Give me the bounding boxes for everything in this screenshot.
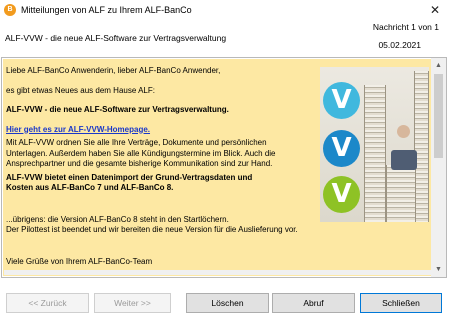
scrollbar-thumb[interactable] [434,74,443,158]
close-icon[interactable]: ✕ [426,2,444,18]
v-logo-icon: V [323,130,360,167]
message-header: ALF-VVW - die neue ALF-Software zur Vert… [0,21,450,56]
intro-text: es gibt etwas Neues aus dem Hause ALF: [6,85,155,95]
title-bar: B Mitteilungen von ALF zu Ihrem ALF-BanC… [0,0,450,21]
product-illustration: V V V [320,67,429,222]
message-bottom-strip [4,270,431,275]
message-body: Liebe ALF-BanCo Anwenderin, lieber ALF-B… [3,59,431,276]
scroll-down-icon[interactable]: ▼ [431,262,446,277]
greeting-text: Liebe ALF-BanCo Anwenderin, lieber ALF-B… [6,66,221,75]
app-icon: B [4,4,16,16]
message-counter: Nachricht 1 von 1 [372,22,439,32]
body-line-3: Ansprechpartner und die gesamte bisherig… [6,159,273,168]
headline-text: ALF-VVW - die neue ALF-Software zur Vert… [6,105,229,114]
person-head [397,125,410,138]
vertical-scrollbar[interactable]: ▲ ▼ [431,58,446,277]
document-stack [386,165,416,222]
closing-text: Viele Grüße von Ihrem ALF-BanCo-Team [6,256,153,266]
message-date: 05.02.2021 [378,40,421,50]
body-line-2: Unterlagen. Außerdem haben Sie alle Künd… [6,148,276,158]
homepage-link[interactable]: Hier geht es zur ALF-VVW-Homepage. [6,125,150,134]
document-stack [414,71,429,222]
fetch-button[interactable]: Abruf [272,293,355,313]
back-button[interactable]: << Zurück [6,293,89,313]
v-logo-icon: V [323,82,360,119]
message-text: Liebe ALF-BanCo Anwenderin, lieber ALF-B… [6,66,316,267]
import-line-1: ALF-VVW bietet einen Datenimport der Gru… [6,172,253,182]
message-subject: ALF-VVW - die neue ALF-Software zur Vert… [5,33,227,43]
ps-line-2: Der Pilottest ist beendet und wir bereit… [6,225,298,234]
delete-button[interactable]: Löschen [186,293,269,313]
person-figure [391,150,417,170]
window-title: Mitteilungen von ALF zu Ihrem ALF-BanCo [21,5,192,15]
ps-line-1: ...übrigens: die Version ALF-BanCo 8 ste… [6,214,229,224]
close-button[interactable]: Schließen [360,293,442,313]
next-button[interactable]: Weiter >> [94,293,171,313]
document-stack [364,85,386,222]
scroll-up-icon[interactable]: ▲ [431,58,446,73]
import-line-2: Kosten aus ALF-BanCo 7 und ALF-BanCo 8. [6,183,174,192]
body-line-1: Mit ALF-VVW ordnen Sie alle Ihre Verträg… [6,138,267,147]
message-viewer[interactable]: Liebe ALF-BanCo Anwenderin, lieber ALF-B… [1,57,447,278]
v-logo-icon: V [323,176,360,213]
